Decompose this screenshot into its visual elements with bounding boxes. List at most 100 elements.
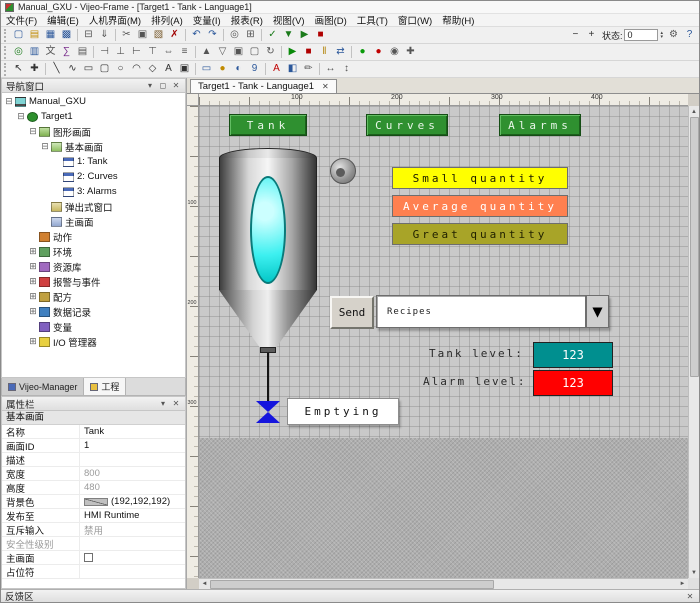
find-icon[interactable]: ◎ bbox=[227, 28, 242, 43]
variables-icon[interactable]: ∑ bbox=[59, 45, 74, 60]
tank-level-gauge[interactable] bbox=[250, 176, 286, 284]
tab-project[interactable]: 工程 bbox=[84, 378, 126, 395]
panel-close-icon[interactable]: ✕ bbox=[171, 399, 181, 408]
connect-icon[interactable]: ⇄ bbox=[333, 45, 348, 60]
recipes-dropdown[interactable]: Recipes bbox=[376, 295, 586, 328]
language-icon[interactable]: 文 bbox=[43, 45, 58, 60]
scroll-right-icon[interactable]: ► bbox=[677, 579, 688, 590]
print-icon[interactable]: ⊟ bbox=[81, 28, 96, 43]
hmi-label-great-quantity[interactable]: Great quantity bbox=[392, 223, 568, 245]
prop-value[interactable]: 1 bbox=[80, 440, 185, 451]
validate-icon[interactable]: ✓ bbox=[265, 28, 280, 43]
tree-item-graphic-screens[interactable]: ⊟图形画面 bbox=[2, 124, 185, 139]
tree-item-screen-tank[interactable]: 1: Tank bbox=[2, 154, 185, 169]
panel-close-icon[interactable]: ✕ bbox=[171, 81, 181, 90]
hmi-label-average-quantity[interactable]: Average quantity bbox=[392, 195, 568, 217]
hmi-button-alarms[interactable]: Alarms bbox=[499, 114, 581, 136]
tree-item-alarms-events[interactable]: ⊞报警与事件 bbox=[2, 274, 185, 289]
valve-icon[interactable] bbox=[256, 412, 280, 423]
stop-icon[interactable]: ■ bbox=[313, 28, 328, 43]
tree-item-io-manager[interactable]: ⊞I/O 管理器 bbox=[2, 334, 185, 349]
bring-front-icon[interactable]: ▲ bbox=[199, 45, 214, 60]
vertical-scrollbar[interactable]: ▲ ▼ bbox=[688, 106, 699, 578]
rotate-icon[interactable]: ↻ bbox=[263, 45, 278, 60]
horizontal-scrollbar[interactable]: ◄ ► bbox=[199, 578, 688, 589]
arc-tool-icon[interactable]: ◠ bbox=[129, 62, 144, 77]
hmi-label-small-quantity[interactable]: Small quantity bbox=[392, 167, 568, 189]
prop-row-bg-color[interactable]: 背景色(192,192,192) bbox=[2, 495, 185, 509]
menu-edit[interactable]: 编辑(E) bbox=[42, 13, 84, 27]
scroll-down-icon[interactable]: ▼ bbox=[689, 567, 700, 578]
copy-icon[interactable]: ▣ bbox=[135, 28, 150, 43]
numeric-display-icon[interactable]: 9 bbox=[247, 62, 262, 77]
expander-icon[interactable]: ⊞ bbox=[28, 291, 38, 302]
prop-row-publish-to[interactable]: 发布至HMI Runtime bbox=[2, 509, 185, 523]
new-file-icon[interactable]: ▢ bbox=[11, 28, 26, 43]
tree-item-master-screens[interactable]: 主画面 bbox=[2, 214, 185, 229]
grid-icon[interactable]: ⊞ bbox=[243, 28, 258, 43]
zoom-out-icon[interactable]: − bbox=[568, 28, 583, 43]
run-icon[interactable]: ▶ bbox=[285, 45, 300, 60]
undo-icon[interactable]: ↶ bbox=[189, 28, 204, 43]
toolbar-grip[interactable] bbox=[4, 29, 8, 42]
valve-icon[interactable] bbox=[256, 401, 280, 412]
same-size-icon[interactable]: ⇔ bbox=[161, 45, 176, 60]
color-swatch[interactable] bbox=[84, 498, 108, 506]
ungroup-icon[interactable]: ▢ bbox=[247, 45, 262, 60]
download-icon[interactable]: ▼ bbox=[281, 28, 296, 43]
roundrect-tool-icon[interactable]: ▢ bbox=[97, 62, 112, 77]
tree-item-actions[interactable]: 动作 bbox=[2, 229, 185, 244]
hmi-button-curves[interactable]: Curves bbox=[366, 114, 448, 136]
add-icon[interactable]: ✚ bbox=[403, 45, 418, 60]
text-tool-icon[interactable]: A bbox=[161, 62, 176, 77]
switch-widget-icon[interactable]: ◐ bbox=[231, 62, 246, 77]
prop-row-exclusive-input[interactable]: 互斥输入禁用 bbox=[2, 523, 185, 537]
master-screen-checkbox[interactable] bbox=[84, 553, 93, 562]
led-red-icon[interactable]: ● bbox=[371, 45, 386, 60]
simulate-icon[interactable]: ▶ bbox=[297, 28, 312, 43]
send-button[interactable]: Send bbox=[330, 296, 374, 329]
target-icon[interactable]: ◎ bbox=[11, 45, 26, 60]
tab-vijeo-manager[interactable]: Vijeo-Manager bbox=[2, 378, 84, 395]
flip-v-icon[interactable]: ↕ bbox=[339, 62, 354, 77]
emptying-label[interactable]: Emptying bbox=[287, 398, 399, 425]
line-tool-icon[interactable]: ╲ bbox=[49, 62, 64, 77]
panel-menu-icon[interactable]: ▾ bbox=[158, 399, 168, 408]
knob-control[interactable] bbox=[330, 158, 356, 184]
led-green-icon[interactable]: ● bbox=[355, 45, 370, 60]
expander-icon[interactable]: ⊟ bbox=[4, 96, 14, 107]
panel-close-icon[interactable]: ✕ bbox=[685, 592, 695, 601]
panel-menu-icon[interactable]: ▾ bbox=[145, 81, 155, 90]
open-folder-icon[interactable]: ▤ bbox=[27, 28, 42, 43]
align-left-icon[interactable]: ⊣ bbox=[97, 45, 112, 60]
expander-icon[interactable]: ⊞ bbox=[28, 336, 38, 347]
report-icon[interactable]: ▤ bbox=[75, 45, 90, 60]
paste-icon[interactable]: ▧ bbox=[151, 28, 166, 43]
align-top-icon[interactable]: ⊤ bbox=[145, 45, 160, 60]
status-value-input[interactable]: 0 bbox=[624, 29, 658, 41]
menu-report[interactable]: 报表(R) bbox=[226, 13, 268, 27]
align-center-icon[interactable]: ⊥ bbox=[113, 45, 128, 60]
dropdown-arrow-icon[interactable]: ▼ bbox=[586, 295, 609, 328]
pause-icon[interactable]: ‖ bbox=[317, 45, 332, 60]
font-color-icon[interactable]: A bbox=[269, 62, 284, 77]
prop-row-name[interactable]: 名称Tank bbox=[2, 425, 185, 439]
tab-close-icon[interactable]: ✕ bbox=[322, 82, 329, 91]
panel-float-icon[interactable]: ◻ bbox=[158, 81, 168, 90]
tree-item-popup-windows[interactable]: 弹出式窗口 bbox=[2, 199, 185, 214]
send-back-icon[interactable]: ▽ bbox=[215, 45, 230, 60]
prop-value[interactable]: Tank bbox=[80, 426, 185, 437]
expander-icon[interactable]: ⊞ bbox=[28, 246, 38, 257]
polyline-tool-icon[interactable]: ∿ bbox=[65, 62, 80, 77]
menu-file[interactable]: 文件(F) bbox=[1, 13, 42, 27]
prop-value[interactable]: HMI Runtime bbox=[80, 510, 185, 521]
export-icon[interactable]: ⇓ bbox=[97, 28, 112, 43]
lamp-widget-icon[interactable]: ● bbox=[215, 62, 230, 77]
cut-icon[interactable]: ✂ bbox=[119, 28, 134, 43]
tree-item-base-screens[interactable]: ⊟基本画面 bbox=[2, 139, 185, 154]
toolbar-grip[interactable] bbox=[4, 46, 8, 59]
rect-tool-icon[interactable]: ▭ bbox=[81, 62, 96, 77]
help-icon[interactable]: ? bbox=[682, 28, 697, 43]
ellipse-tool-icon[interactable]: ○ bbox=[113, 62, 128, 77]
tree-item-target1[interactable]: ⊟Target1 bbox=[2, 109, 185, 124]
